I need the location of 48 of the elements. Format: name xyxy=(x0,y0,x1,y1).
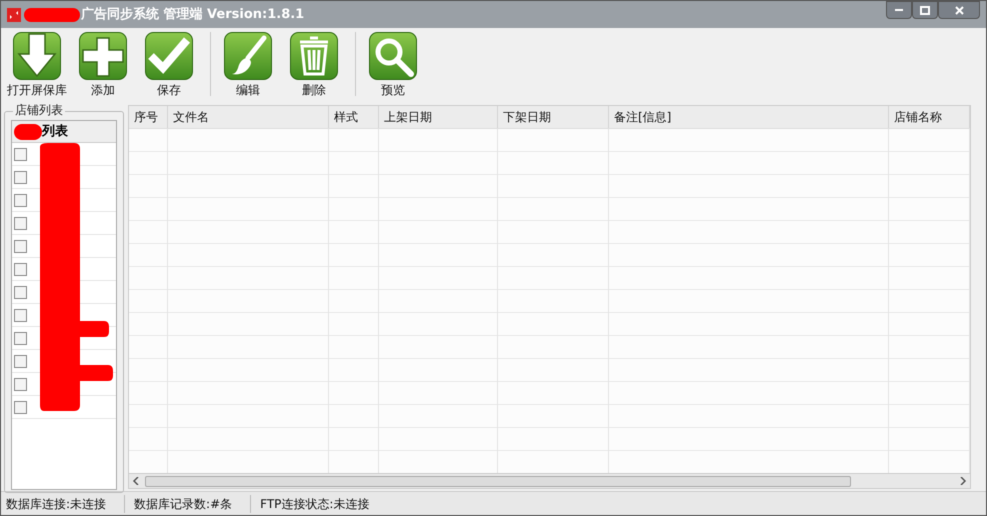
column-header[interactable]: 店铺名称 xyxy=(889,106,970,128)
status-text: 数据库连接:未连接 xyxy=(1,494,126,512)
status-text: FTP连接状态:未连接 xyxy=(259,496,370,512)
checkmark-icon xyxy=(145,32,193,80)
column-header[interactable]: 备注[信息] xyxy=(609,106,889,128)
shop-checkbox[interactable] xyxy=(14,400,27,414)
brush-icon xyxy=(224,32,272,80)
column-header[interactable]: 下架日期 xyxy=(498,106,609,128)
plus-icon xyxy=(79,32,127,80)
shop-checkbox[interactable] xyxy=(14,262,27,276)
toolbar-button[interactable]: 删除 xyxy=(283,32,345,97)
column-header[interactable]: 序号 xyxy=(129,106,168,128)
maximize-button[interactable] xyxy=(912,1,938,19)
horizontal-scrollbar[interactable] xyxy=(129,473,970,488)
toolbar-button[interactable]: 添加 xyxy=(72,32,134,97)
column-header[interactable]: 上架日期 xyxy=(379,106,498,128)
toolbar-button[interactable]: 保存 xyxy=(138,32,200,97)
status-text: 数据库记录数:#条 xyxy=(129,494,252,512)
arrow-down-icon xyxy=(13,32,61,80)
trash-icon xyxy=(290,32,338,80)
shop-checkbox[interactable] xyxy=(14,148,27,160)
shop-checkbox[interactable] xyxy=(14,286,27,298)
shop-checkbox[interactable] xyxy=(14,308,27,322)
shop-checkbox[interactable] xyxy=(14,332,27,344)
toolbar-button[interactable]: 编辑 xyxy=(217,32,279,97)
window-title: 广告同步系统 管理端 Version:1.8.1 xyxy=(81,6,304,24)
close-button[interactable] xyxy=(938,1,980,19)
column-header[interactable]: 样式 xyxy=(329,106,379,128)
shop-checkbox[interactable] xyxy=(14,240,27,252)
search-icon xyxy=(369,32,417,80)
toolbar-button[interactable]: 打开屏保库 xyxy=(6,32,68,97)
maximize-icon xyxy=(920,6,930,14)
minimize-icon xyxy=(895,9,903,11)
scroll-thumb[interactable] xyxy=(145,476,851,486)
shop-checkbox[interactable] xyxy=(14,354,27,368)
group-title: 店铺列表 xyxy=(13,103,65,117)
toolbar-button[interactable]: 预览 xyxy=(362,32,424,97)
close-icon xyxy=(954,6,964,14)
minimize-button[interactable] xyxy=(886,1,912,19)
list-header-text: 列表 xyxy=(42,122,68,141)
app-icon xyxy=(7,8,21,22)
column-header[interactable]: 文件名 xyxy=(168,106,329,128)
shop-checkbox[interactable] xyxy=(14,194,27,206)
redaction-mark xyxy=(14,124,42,140)
shop-checkbox[interactable] xyxy=(14,216,27,230)
redaction-mark xyxy=(24,8,80,22)
shop-checkbox[interactable] xyxy=(14,378,27,390)
shop-checkbox[interactable] xyxy=(14,170,27,184)
